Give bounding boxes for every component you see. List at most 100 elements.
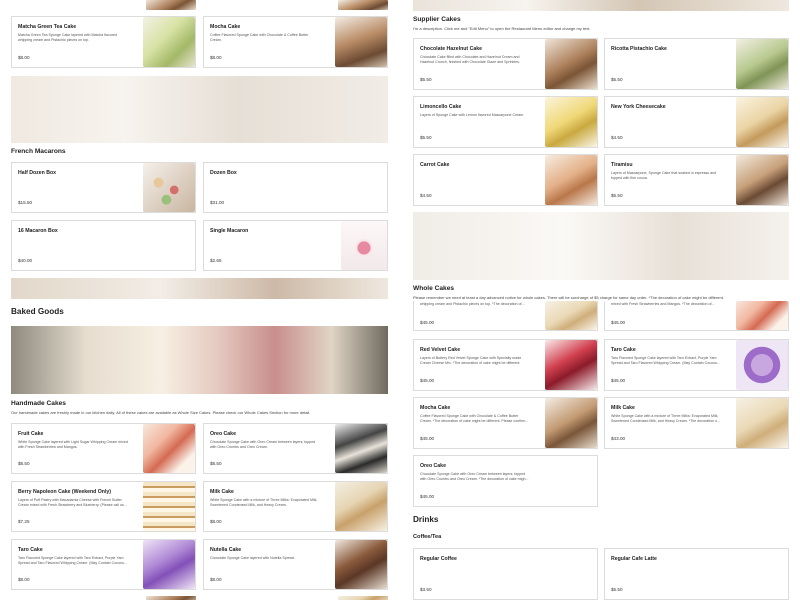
menu-item-price: $8.00 bbox=[210, 577, 222, 582]
menu-item-description: White Sponge Cake layered with Light Sug… bbox=[18, 440, 128, 449]
menu-item-name: Berry Napoleon Cake (Weekend Only) bbox=[18, 489, 112, 495]
menu-item-card[interactable]: Oreo Cake Chocolate Sponge Cake with Ore… bbox=[413, 455, 598, 507]
menu-item-name: Taro Cake bbox=[611, 347, 636, 353]
menu-item-card[interactable]: whipping cream and Pistachio pieces on t… bbox=[413, 301, 598, 331]
section-heading-baked-goods: Baked Goods bbox=[11, 307, 64, 316]
menu-item-name: Half Dozen Box bbox=[18, 170, 57, 176]
menu-item-card[interactable]: Regular Coffee $3.50 bbox=[413, 548, 598, 600]
menu-item-image bbox=[146, 596, 196, 600]
menu-item-name: Ricotta Pistachio Cake bbox=[611, 46, 667, 52]
menu-item-card[interactable]: Carrot Cake $4.50 bbox=[413, 154, 598, 206]
menu-item-price: $40.00 bbox=[18, 258, 33, 263]
section-banner-image bbox=[413, 0, 789, 11]
menu-item-card[interactable]: Matcha Green Tea Cake Matcha Green Tea S… bbox=[11, 16, 196, 68]
section-banner-image bbox=[11, 326, 388, 394]
menu-item-card[interactable]: Tiramisu Layers of Mascarpone, Sponge Ca… bbox=[604, 154, 789, 206]
menu-item-description: Chocolate Cake filled with Chocolate and… bbox=[420, 55, 520, 64]
menu-item-price: $8.00 bbox=[18, 55, 30, 60]
menu-item-card[interactable]: Nutella Cake Chocolate Sponge Cake layer… bbox=[203, 539, 388, 590]
menu-item-card[interactable]: Dozen Box $31.00 bbox=[203, 162, 388, 213]
menu-item-card[interactable]: Single Macaron $2.65 bbox=[203, 220, 388, 271]
section-description: Please remember we need at least a day a… bbox=[413, 295, 724, 300]
section-banner-image bbox=[11, 76, 388, 143]
menu-item-card[interactable]: New York Cheesecake $4.50 bbox=[604, 96, 789, 148]
menu-item-image bbox=[335, 482, 387, 531]
menu-item-card[interactable]: Half Dozen Box $15.50 bbox=[11, 162, 196, 213]
menu-item-image bbox=[143, 424, 195, 473]
section-subheading-coffee-tea: Coffee/Tea bbox=[413, 534, 442, 540]
menu-item-image bbox=[736, 39, 788, 89]
menu-item-card[interactable]: Ricotta Pistachio Cake $5.50 bbox=[604, 38, 789, 90]
menu-item-price: $8.50 bbox=[18, 461, 30, 466]
menu-item-name: Nutella Cake bbox=[210, 547, 242, 553]
menu-item-card[interactable]: Oreo Cake Chocolate Sponge Cake with Ore… bbox=[203, 423, 388, 474]
menu-item-price: $3.50 bbox=[420, 587, 432, 592]
menu-item-image bbox=[545, 398, 597, 448]
section-banner-image bbox=[11, 278, 388, 299]
menu-item-price: $4.50 bbox=[611, 135, 623, 140]
menu-item-card[interactable]: Berry Napoleon Cake (Weekend Only) Layer… bbox=[11, 481, 196, 532]
menu-item-image bbox=[736, 340, 788, 390]
section-heading-whole-cakes: Whole Cakes bbox=[413, 285, 455, 292]
menu-item-card[interactable]: Taro Cake Taro Flavored Sponge Cake laye… bbox=[11, 539, 196, 590]
right-menu-pane[interactable]: Supplier Cakes I'm a description. Click … bbox=[400, 0, 800, 600]
menu-item-card[interactable]: mixed with Fresh Strawberries and Mangos… bbox=[604, 301, 789, 331]
menu-item-image bbox=[143, 540, 195, 589]
menu-item-card[interactable]: Chocolate Hazelnut Cake Chocolate Cake f… bbox=[413, 38, 598, 90]
menu-item-description: Coffee Flavored Sponge Cake with Chocola… bbox=[420, 414, 529, 423]
menu-item-card[interactable]: Regular Cafe Latte $5.50 bbox=[604, 548, 789, 600]
menu-item-price: $4.50 bbox=[420, 193, 432, 198]
menu-item-card[interactable]: 16 Macaron Box $40.00 bbox=[11, 220, 196, 271]
menu-item-price: $45.00 bbox=[420, 320, 435, 325]
left-menu-pane[interactable]: Matcha Green Tea Cake Matcha Green Tea S… bbox=[0, 0, 400, 600]
menu-item-description: Chocolate Sponge Cake with Oreo Cream be… bbox=[210, 440, 316, 449]
menu-item-description: Chocolate Sponge Cake layered with Nutel… bbox=[210, 556, 295, 560]
menu-item-description: Layers of Mascarpone, Sponge Cake that s… bbox=[611, 171, 717, 180]
menu-item-description: mixed with Fresh Strawberries and Mangos… bbox=[611, 302, 715, 306]
menu-item-card[interactable]: Limoncello Cake Layers of Sponge Cake wi… bbox=[413, 96, 598, 148]
menu-item-image bbox=[338, 596, 388, 600]
menu-item-image bbox=[338, 0, 388, 10]
menu-item-image bbox=[146, 0, 196, 10]
menu-item-name: 16 Macaron Box bbox=[18, 228, 58, 234]
menu-item-name: Fruit Cake bbox=[18, 431, 44, 437]
menu-item-price: $5.50 bbox=[420, 135, 432, 140]
menu-item-card[interactable]: Red Velvet Cake Layers of Buttery Red Ve… bbox=[413, 339, 598, 391]
menu-item-name: Milk Cake bbox=[210, 489, 234, 495]
menu-item-image bbox=[736, 155, 788, 205]
menu-item-name: Tiramisu bbox=[611, 162, 633, 168]
menu-item-card[interactable]: Mocha Cake Coffee Flavored Sponge Cake w… bbox=[203, 16, 388, 68]
menu-item-description: Coffee Flavored Sponge Cake with Chocola… bbox=[210, 33, 309, 42]
menu-item-card[interactable]: Milk Cake White Sponge Cake with a mixtu… bbox=[604, 397, 789, 449]
menu-item-image bbox=[545, 39, 597, 89]
menu-item-description: whipping cream and Pistachio pieces on t… bbox=[420, 302, 525, 306]
menu-item-description: White Sponge Cake with a mixture of Thre… bbox=[210, 498, 318, 507]
menu-item-image bbox=[335, 17, 387, 67]
section-heading-drinks: Drinks bbox=[413, 515, 439, 524]
menu-item-description: White Sponge Cake with a mixture of Thre… bbox=[611, 414, 721, 423]
menu-item-card[interactable]: Fruit Cake White Sponge Cake layered wit… bbox=[11, 423, 196, 474]
menu-item-image bbox=[143, 17, 195, 67]
menu-item-name: Oreo Cake bbox=[420, 463, 446, 469]
menu-item-card[interactable]: Taro Cake Taro Flavored Sponge Cake laye… bbox=[604, 339, 789, 391]
menu-item-name: Dozen Box bbox=[210, 170, 237, 176]
menu-item-image bbox=[545, 340, 597, 390]
menu-item-name: Mocha Cake bbox=[420, 405, 451, 411]
section-description: I'm a description. Click me and "Edit Me… bbox=[413, 26, 591, 31]
menu-item-price: $31.00 bbox=[210, 200, 225, 205]
menu-item-name: Single Macaron bbox=[210, 228, 249, 234]
menu-item-image bbox=[736, 97, 788, 147]
menu-item-description: Layers of Puff Pastry with Macadamia Che… bbox=[18, 498, 127, 507]
menu-item-price: $15.50 bbox=[18, 200, 33, 205]
menu-item-description: Matcha Green Tea Sponge Cake layered wit… bbox=[18, 33, 118, 42]
menu-item-price: $7.25 bbox=[18, 519, 30, 524]
menu-item-image bbox=[335, 540, 387, 589]
menu-item-name: Carrot Cake bbox=[420, 162, 450, 168]
menu-item-image bbox=[545, 301, 597, 330]
menu-item-image bbox=[143, 163, 195, 212]
menu-item-description: Chocolate Sponge Cake with Oreo Cream be… bbox=[420, 472, 529, 481]
menu-item-name: Taro Cake bbox=[18, 547, 43, 553]
menu-item-card[interactable]: Milk Cake White Sponge Cake with a mixtu… bbox=[203, 481, 388, 532]
section-heading-supplier-cakes: Supplier Cakes bbox=[413, 16, 461, 23]
menu-item-card[interactable]: Mocha Cake Coffee Flavored Sponge Cake w… bbox=[413, 397, 598, 449]
